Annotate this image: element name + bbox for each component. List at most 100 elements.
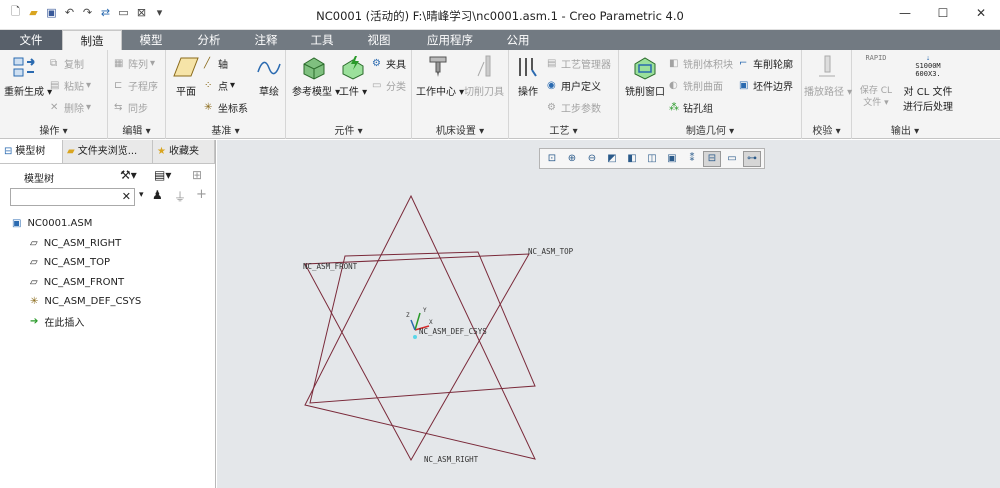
folder-browser-tab-label: 文件夹浏览... bbox=[77, 146, 138, 157]
show-icon[interactable]: ▤▾ bbox=[154, 168, 171, 182]
user-defined-button[interactable]: ◉ 用户定义 bbox=[547, 78, 601, 94]
plane-button[interactable]: 平面 bbox=[170, 54, 202, 98]
tree-item-label: NC_ASM_DEF_CSYS bbox=[44, 296, 142, 308]
tab-common[interactable]: 公用 bbox=[492, 30, 544, 50]
subprogram-button[interactable]: ⊏ 子程序 bbox=[114, 78, 158, 94]
ribbon-tabs: 文件 制造 模型 分析 注释 工具 视图 应用程序 公用 bbox=[0, 30, 1000, 50]
delete-button[interactable]: ✕ 删除 ▾ bbox=[50, 100, 91, 116]
mill-surface-icon: ◐ bbox=[669, 79, 678, 91]
tab-tools[interactable]: 工具 bbox=[294, 30, 350, 50]
group-label-verify[interactable]: 校验 ▾ bbox=[802, 122, 851, 137]
post-process-button[interactable]: ⇣ S1000M 600X3. 对 CL 文件 进行后处理 bbox=[900, 54, 956, 113]
step-parameters-button[interactable]: ⚙ 工步参数 bbox=[547, 100, 601, 116]
work-center-button[interactable]: 工作中心 ▾ bbox=[416, 54, 464, 98]
copy-button[interactable]: ⧉ 复制 bbox=[50, 56, 84, 72]
regenerate-button[interactable]: 重新生成 ▾ bbox=[4, 54, 52, 98]
drill-group-label: 钻孔组 bbox=[683, 104, 713, 115]
label-top: NC_ASM_TOP bbox=[528, 247, 574, 256]
classify-button[interactable]: ▭ 分类 bbox=[372, 78, 406, 94]
save-cl-button[interactable]: RAPID 保存 CL 文件 ▾ bbox=[854, 54, 898, 108]
user-defined-label: 用户定义 bbox=[561, 82, 601, 93]
point-icon: ⁘ bbox=[204, 79, 213, 91]
tab-model-tree[interactable]: ⊟ 模型树 bbox=[0, 140, 63, 163]
minimize-button[interactable]: — bbox=[886, 0, 924, 26]
mill-surface-label: 铣削曲面 bbox=[683, 82, 723, 93]
group-label-components[interactable]: 元件 ▾ bbox=[286, 122, 411, 137]
paste-label: 粘贴 bbox=[64, 82, 84, 93]
subprogram-label: 子程序 bbox=[128, 82, 158, 93]
output-group-label: 输出 bbox=[890, 126, 911, 137]
clear-search-icon[interactable]: ✕ bbox=[122, 190, 131, 203]
title-bar: 🗋 ▰ ▣ ↶ ↷ ⇄ ▭ ⊠ ▾ NC0001 (活动的) F:\晴峰学习\n… bbox=[0, 0, 1000, 30]
cutting-tool-button[interactable]: 切削刀具 bbox=[462, 54, 506, 98]
tree-item-csys[interactable]: ✳ NC_ASM_DEF_CSYS bbox=[12, 292, 141, 312]
fixture-button[interactable]: ⚙ 夹具 bbox=[372, 56, 406, 72]
tree-item-insert-here[interactable]: ➔ 在此插入 bbox=[12, 312, 141, 332]
group-label-process[interactable]: 工艺 ▾ bbox=[509, 122, 618, 137]
group-operations: 重新生成 ▾ ⧉ 复制 ▤ 粘贴 ▾ ✕ 删除 ▾ 操作 ▾ bbox=[0, 50, 108, 139]
workpiece-button[interactable]: 工件 ▾ bbox=[338, 54, 368, 98]
tree-item-label: NC_ASM_RIGHT bbox=[43, 237, 122, 249]
axis-button[interactable]: ╱ 轴 bbox=[204, 56, 228, 72]
tab-view[interactable]: 视图 bbox=[350, 30, 408, 50]
tab-applications[interactable]: 应用程序 bbox=[408, 30, 492, 50]
group-mfg-geometry: 铣削窗口 ◧ 铣削体积块 ◐ 铣削曲面 ⁂ 钻孔组 ⌐ 车削轮廓 ▣ 坯件边界 制造几何 … bbox=[619, 50, 802, 139]
tab-favorites[interactable]: ★ 收藏夹 bbox=[153, 140, 215, 163]
array-button[interactable]: ▦ 阵列 ▾ bbox=[114, 56, 155, 72]
axis-x-label: X bbox=[429, 319, 433, 326]
group-label-edit[interactable]: 编辑 ▾ bbox=[108, 122, 165, 137]
filter-tree-icon[interactable]: ⊞ bbox=[192, 168, 202, 182]
rapid-fedrat-icon: RAPID bbox=[854, 54, 898, 80]
mill-volume-button[interactable]: ◧ 铣削体积块 bbox=[669, 56, 733, 72]
group-label-output[interactable]: 输出 ▾ bbox=[852, 122, 958, 137]
cutting-tool-icon bbox=[477, 55, 491, 77]
operation-button[interactable]: 操作 bbox=[513, 54, 543, 98]
sketch-button[interactable]: 草绘 bbox=[254, 54, 284, 98]
tree-item-front[interactable]: ▱ NC_ASM_FRONT bbox=[12, 273, 141, 293]
group-label-machine-setup[interactable]: 机床设置 ▾ bbox=[412, 122, 508, 137]
group-label-datum[interactable]: 基准 ▾ bbox=[166, 122, 285, 137]
drill-group-button[interactable]: ⁂ 钻孔组 bbox=[669, 100, 713, 116]
settings-icon[interactable]: ⚒▾ bbox=[120, 168, 137, 182]
tab-analysis[interactable]: 分析 bbox=[180, 30, 238, 50]
tab-manufacturing[interactable]: 制造 bbox=[62, 30, 122, 50]
filter-icon[interactable]: ⏚ bbox=[174, 188, 186, 205]
tab-model[interactable]: 模型 bbox=[122, 30, 180, 50]
paste-button[interactable]: ▤ 粘贴 ▾ bbox=[50, 78, 91, 94]
graphics-window[interactable]: ⊡ ⊕ ⊖ ◩ ◧ ◫ ▣ ⁑ ⊟ ▭ ⊶ NC_ASM_FRONT NC_AS… bbox=[217, 140, 1000, 488]
close-button[interactable]: ✕ bbox=[962, 0, 1000, 26]
post-process-icon: ⇣ S1000M 600X3. bbox=[900, 54, 956, 80]
rapid-line: RAPID bbox=[865, 54, 887, 62]
point-label: 点 bbox=[218, 82, 228, 93]
copy-icon: ⧉ bbox=[50, 57, 58, 69]
group-label-mfg-geometry[interactable]: 制造几何 ▾ bbox=[619, 122, 801, 137]
process-manager-button[interactable]: ▤ 工艺管理器 bbox=[547, 56, 611, 72]
sync-button[interactable]: ⇆ 同步 bbox=[114, 100, 148, 116]
reference-model-button[interactable]: 参考模型 ▾ bbox=[292, 54, 340, 98]
find-icon[interactable]: ♟ bbox=[152, 188, 163, 202]
mill-volume-icon: ◧ bbox=[669, 57, 679, 69]
tree-item-top[interactable]: ▱ NC_ASM_TOP bbox=[12, 253, 141, 273]
stock-boundary-icon: ▣ bbox=[739, 79, 749, 91]
mill-surface-button[interactable]: ◐ 铣削曲面 bbox=[669, 78, 723, 94]
group-label-operations[interactable]: 操作 ▾ bbox=[0, 122, 107, 137]
point-button[interactable]: ⁘ 点 ▾ bbox=[204, 78, 235, 94]
tab-file[interactable]: 文件 bbox=[0, 30, 62, 50]
search-input[interactable]: ✕ bbox=[10, 188, 135, 206]
tree-item-asm[interactable]: ▣ NC0001.ASM bbox=[12, 214, 141, 234]
tree-item-right[interactable]: ▱ NC_ASM_RIGHT bbox=[12, 234, 141, 254]
csys-label: 坐标系 bbox=[218, 104, 248, 115]
csys-icon: ✳ bbox=[204, 101, 213, 113]
turn-profile-button[interactable]: ⌐ 车削轮廓 bbox=[739, 56, 793, 72]
stock-boundary-button[interactable]: ▣ 坯件边界 bbox=[739, 78, 793, 94]
csys-button[interactable]: ✳ 坐标系 bbox=[204, 100, 248, 116]
maximize-button[interactable]: ☐ bbox=[924, 0, 962, 26]
play-path-button[interactable]: 播放路径 ▾ bbox=[804, 54, 852, 98]
group-components: 参考模型 ▾ 工件 ▾ ⚙ 夹具 ▭ 分类 元件 ▾ bbox=[286, 50, 412, 139]
mill-window-button[interactable]: 铣削窗口 bbox=[623, 54, 667, 98]
add-icon[interactable]: + bbox=[196, 187, 207, 202]
tab-annotate[interactable]: 注释 bbox=[238, 30, 294, 50]
tab-folder-browser[interactable]: ▰ 文件夹浏览... bbox=[63, 140, 153, 163]
insert-arrow-icon: ➔ bbox=[30, 315, 39, 327]
search-dropdown-icon[interactable]: ▾ bbox=[139, 190, 144, 200]
